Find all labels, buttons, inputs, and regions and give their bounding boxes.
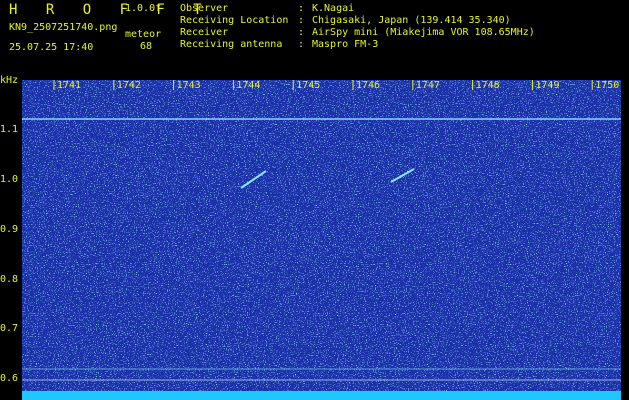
minute-tick-label: 1750 [595, 80, 620, 91]
minute-tick-label: 1744 [236, 80, 261, 91]
spectrogram-plot [22, 80, 621, 392]
y-tick-label: 0.9 [0, 224, 19, 235]
y-tick-label: 0.6 [0, 373, 19, 384]
info-row-antenna: Receiving antenna: Maspro FM-3 [180, 39, 379, 50]
minute-tick-label: 1749 [535, 80, 560, 91]
info-row-observer: Observer: K.Nagai [180, 3, 355, 14]
minute-tick-label: 1745 [296, 80, 321, 91]
signal-strength-bar [22, 391, 621, 400]
spectrogram-noise [22, 80, 621, 392]
meteor-counter-label: meteor [125, 29, 162, 40]
y-tick-label: 1.0 [0, 174, 19, 185]
y-tick-label: 0.7 [0, 323, 19, 334]
info-row-receiver: Receiver: AirSpy mini (Miakejima VOR 108.… [180, 27, 535, 38]
info-row-location: Receiving Location: Chigasaki, Japan (139… [180, 15, 511, 26]
y-tick-label: 0.8 [0, 274, 19, 285]
file-name: KN9_2507251740.png [9, 22, 118, 33]
capture-datetime: 25.07.25 17:40 [9, 42, 94, 53]
minute-tick-label: 1741 [57, 80, 82, 91]
version-label: 1.0.0f [125, 3, 162, 14]
meteor-counter-value: 68 [140, 41, 153, 52]
minute-tick-label: 1747 [415, 80, 440, 91]
header-panel: H R O F F T 1.0.0f KN9_2507251740.png 25… [0, 0, 629, 76]
minute-tick-label: 1743 [176, 80, 201, 91]
minute-tick-label: 1742 [116, 80, 141, 91]
minute-tick-label: 1748 [475, 80, 500, 91]
y-axis-unit: kHz [0, 75, 19, 86]
y-tick-label: 1.1 [0, 124, 19, 135]
minute-tick-label: 1746 [356, 80, 381, 91]
